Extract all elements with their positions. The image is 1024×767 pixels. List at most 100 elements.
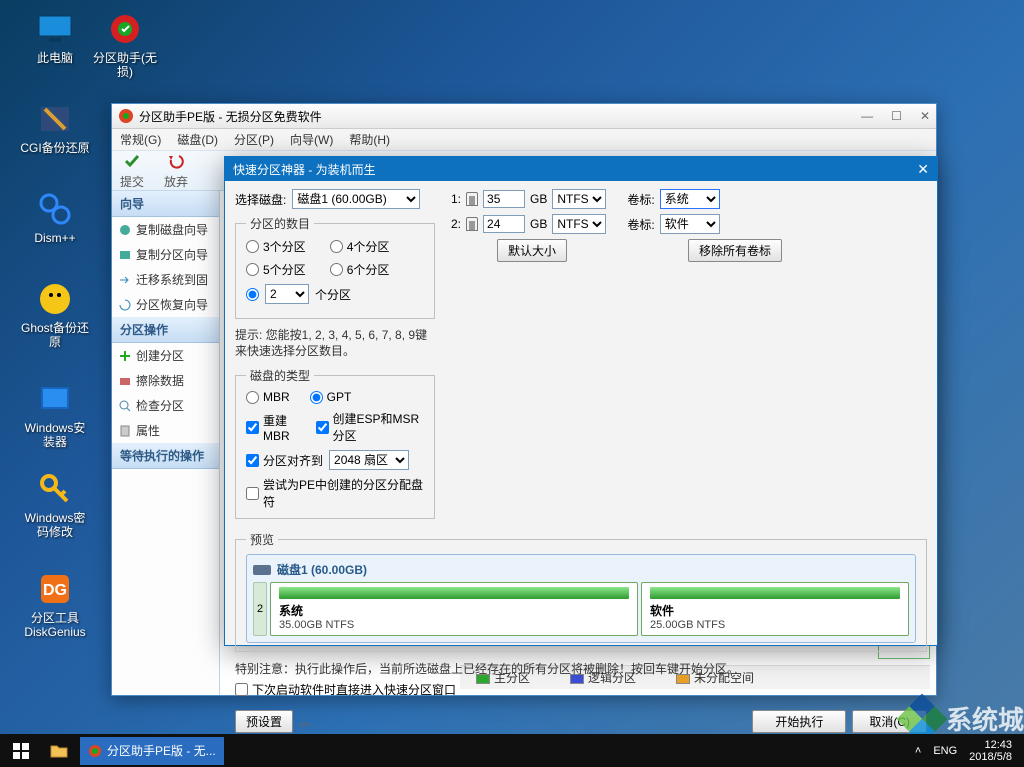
radio-4[interactable]: 4个分区 [330,238,390,255]
remove-labels-button[interactable]: 移除所有卷标 [688,239,782,262]
sidebar-item-copydisk[interactable]: 复制磁盘向导 [112,217,219,242]
radio-5[interactable]: 5个分区 [246,261,306,278]
check-icon [123,152,141,170]
radio-gpt[interactable]: GPT [310,390,352,404]
partition-count-group: 分区的数目 3个分区 4个分区 5个分区 6个分区 2 个分区 [235,215,435,319]
menu-disk[interactable]: 磁盘(D) [177,131,218,148]
select-disk-dropdown[interactable]: 磁盘1 (60.00GB) [292,189,420,209]
desktop-icon-thispc[interactable]: 此电脑 [20,10,90,65]
undo-icon [167,152,185,170]
radio-mbr[interactable]: MBR [246,390,290,404]
radio-6[interactable]: 6个分区 [330,261,390,278]
desktop-icon-ghost[interactable]: Ghost备份还 原 [20,280,90,349]
recover-icon [118,298,132,312]
size-input-1[interactable] [483,190,525,208]
svg-text:DG: DG [43,582,67,599]
preview-group: 预览 磁盘1 (60.00GB) 2 系统 35.00GB NTFS 软件 25… [235,531,927,652]
titlebar[interactable]: 分区助手PE版 - 无损分区免费软件 — ☐ ✕ [112,104,936,129]
vol-select-2[interactable]: 软件 [660,214,720,234]
preset-button[interactable]: 预设置 [235,710,293,733]
label: 分区工具 DiskGenius [20,611,90,639]
watermark: 系统城 [904,700,1024,737]
preview-seg-1[interactable]: 系统 35.00GB NTFS [270,582,638,636]
align-select[interactable]: 2048 扇区 [329,450,409,470]
cb-align[interactable]: 分区对齐到 [246,452,323,469]
taskbar-date[interactable]: 2018/5/8 [969,751,1012,763]
select-disk-label: 选择磁盘: [235,191,286,208]
search-icon [118,399,132,413]
desktop-icon-cgi[interactable]: CGI备份还原 [20,100,90,155]
dialog-titlebar[interactable]: 快速分区神器 - 为装机而生 ✕ [225,157,937,181]
disk-icon [118,223,132,237]
sidebar-item-migrate[interactable]: 迁移系统到固 [112,267,219,292]
fs-select-1[interactable]: NTFS [552,189,606,209]
menubar: 常规(G) 磁盘(D) 分区(P) 向导(W) 帮助(H) [112,129,936,151]
default-size-button[interactable]: 默认大小 [497,239,567,262]
menu-partition[interactable]: 分区(P) [234,131,274,148]
maximize-button[interactable]: ☐ [891,109,902,123]
desktop-icon-partassist[interactable]: 分区助手(无 损) [90,10,160,79]
custom-count-select[interactable]: 2 [265,284,309,304]
dialog-close-button[interactable]: ✕ [917,161,929,178]
close-button[interactable]: ✕ [920,109,930,123]
taskbar-explorer[interactable] [42,737,76,765]
lock-icon[interactable] [466,217,478,231]
preview-panel: 磁盘1 (60.00GB) 2 系统 35.00GB NTFS 软件 25.00… [246,554,916,643]
vol-select-1[interactable]: 系统 [660,189,720,209]
partition-row-2: 2: GB NTFS 卷标: 软件 [451,214,927,234]
preview-count: 2 [253,582,267,636]
app-icon [118,108,134,124]
cb-next-launch[interactable]: 下次启动软件时直接进入快速分区窗口 [235,681,927,698]
desktop-icon-wininstall[interactable]: Windows安 装器 [20,380,90,449]
start-button[interactable] [4,737,38,765]
desktop-icon-winpwd[interactable]: Windows密 码修改 [20,470,90,539]
app-icon [88,744,102,758]
hint-text: 提示: 您能按1, 2, 3, 4, 5, 6, 7, 8, 9键来快速选择分区… [235,327,435,359]
taskbar-active-app[interactable]: 分区助手PE版 - 无... [80,737,224,765]
chevron-icon[interactable]: ︽ [299,713,311,730]
toolbar-discard[interactable]: 放弃 [164,152,188,190]
execute-button[interactable]: 开始执行 [752,710,846,733]
label: CGI备份还原 [20,141,90,155]
label: Windows密 码修改 [20,511,90,539]
label: 此电脑 [20,51,90,65]
erase-icon [118,374,132,388]
size-input-2[interactable] [483,215,525,233]
windows-icon [13,743,29,759]
props-icon [118,424,132,438]
minimize-button[interactable]: — [861,109,873,123]
sidebar-item-wipe[interactable]: 擦除数据 [112,368,219,393]
partition-row-1: 1: GB NTFS 卷标: 系统 [451,189,927,209]
sidebar-item-recover[interactable]: 分区恢复向导 [112,292,219,317]
warning-text: 特别注意：执行此操作后，当前所选磁盘上已经存在的所有分区将被删除！按回车键开始分… [235,660,927,677]
taskbar: 分区助手PE版 - 无... ˄ ENG 12:43 2018/5/8 [0,734,1024,767]
desktop-icon-dism[interactable]: Dism++ [20,190,90,245]
sidebar-item-create[interactable]: 创建分区 [112,343,219,368]
partition-icon [118,248,132,262]
label: 分区助手(无 损) [90,51,160,79]
sidebar-item-props[interactable]: 属性 [112,418,219,443]
lock-icon[interactable] [466,192,478,206]
taskbar-time[interactable]: 12:43 [969,739,1012,751]
disk-icon [253,565,271,575]
label: Ghost备份还 原 [20,321,90,349]
preview-seg-2[interactable]: 软件 25.00GB NTFS [641,582,909,636]
toolbar-commit[interactable]: 提交 [120,152,144,190]
cb-pe-letter[interactable]: 尝试为PE中创建的分区分配盘符 [246,476,424,510]
sidebar-group-partops: 分区操作 [112,317,219,343]
sidebar-group-pending: 等待执行的操作 [112,443,219,469]
sidebar-item-check[interactable]: 检查分区 [112,393,219,418]
desktop-icon-diskgenius[interactable]: DG 分区工具 DiskGenius [20,570,90,639]
migrate-icon [118,273,132,287]
radio-custom[interactable] [246,288,259,301]
cb-create-esp[interactable]: 创建ESP和MSR分区 [316,410,425,444]
radio-3[interactable]: 3个分区 [246,238,306,255]
ime-indicator[interactable]: ENG [933,745,957,757]
sidebar-item-copypart[interactable]: 复制分区向导 [112,242,219,267]
menu-help[interactable]: 帮助(H) [349,131,390,148]
menu-wizard[interactable]: 向导(W) [290,131,333,148]
taskbar-tray-up-icon[interactable]: ˄ [915,745,921,757]
cb-rebuild-mbr[interactable]: 重建MBR [246,412,304,443]
menu-general[interactable]: 常规(G) [120,131,161,148]
fs-select-2[interactable]: NTFS [552,214,606,234]
